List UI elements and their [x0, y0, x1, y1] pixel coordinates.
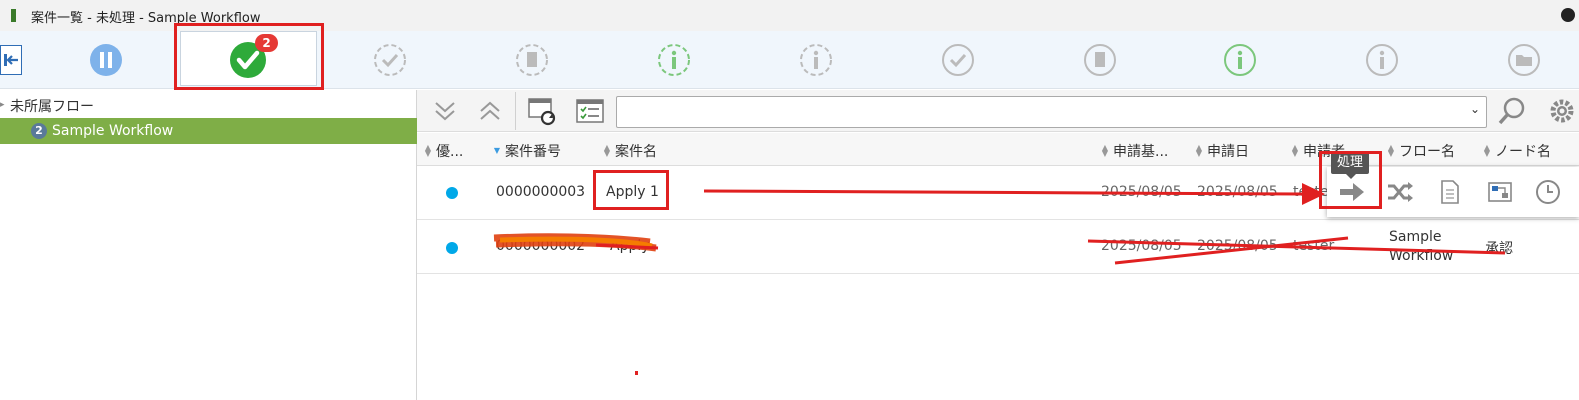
case-name-cell[interactable]: Apply	[610, 238, 650, 254]
tab-info-dashed-green[interactable]	[644, 40, 704, 80]
tree-root-unassigned-flow[interactable]: 未所属フロー	[10, 96, 94, 116]
sort-icon: ▲ ▼	[424, 143, 432, 158]
flow-name-cell-line1: Sample	[1389, 229, 1442, 245]
tree-item-count-badge: 2	[31, 123, 47, 139]
apply-date-cell: 2025/08/05	[1197, 238, 1278, 254]
check-dashed-icon	[374, 44, 406, 76]
gear-icon	[1550, 99, 1574, 123]
tree-item-label[interactable]: Sample Workflow	[52, 123, 173, 139]
column-settings-button[interactable]	[572, 94, 608, 128]
double-chevron-up-icon	[480, 101, 500, 120]
priority-dot-icon	[446, 187, 458, 199]
case-number-cell: 0000000002	[496, 238, 586, 254]
tab-info-dashed[interactable]	[786, 40, 846, 80]
tab-folder-outline[interactable]	[1494, 40, 1554, 80]
document-outline-icon	[1084, 44, 1116, 76]
column-header-node-name[interactable]: ▲ ▼ ノード名	[1483, 141, 1551, 161]
sort-icon: ▲ ▼	[603, 143, 611, 158]
app-icon	[11, 9, 16, 22]
refresh-button[interactable]	[523, 94, 559, 128]
sort-icon: ▲ ▼	[1387, 143, 1395, 158]
tree-expand-icon[interactable]: ▸	[0, 100, 5, 110]
column-header-basis-date[interactable]: ▲ ▼ 申請基...	[1101, 141, 1168, 161]
filter-select[interactable]	[616, 96, 1487, 128]
refresh-window-icon	[528, 98, 556, 126]
priority-dot-icon	[446, 242, 458, 254]
tab-check-outline[interactable]	[928, 40, 988, 80]
basis-date-cell: 2025/08/05	[1101, 184, 1182, 200]
basis-date-cell: 2025/08/05	[1101, 238, 1182, 254]
annotation-box-case-name	[593, 170, 669, 210]
document-dashed-icon	[516, 44, 548, 76]
history-clock-icon	[1536, 180, 1560, 204]
info-outline-icon	[1366, 44, 1398, 76]
tab-info-outline[interactable]	[1352, 40, 1412, 80]
search-button[interactable]	[1494, 94, 1530, 128]
search-icon	[1498, 97, 1525, 125]
flow-diagram-button[interactable]	[1482, 175, 1518, 209]
settings-button[interactable]	[1542, 94, 1578, 128]
column-header-case-name[interactable]: ▲ ▼ 案件名	[603, 141, 657, 161]
column-header-priority[interactable]: ▲ ▼ 優...	[424, 141, 463, 161]
folder-outline-icon	[1508, 44, 1540, 76]
history-button[interactable]	[1530, 175, 1566, 209]
stray-mark	[635, 371, 638, 375]
column-header-case-number[interactable]: ▼ 案件番号	[493, 141, 561, 161]
applicant-cell: tester	[1293, 238, 1335, 254]
toolbar-divider	[515, 92, 516, 130]
collapse-all-button[interactable]	[472, 94, 508, 128]
arrow-left-icon	[4, 54, 18, 66]
case-number-cell: 0000000003	[496, 184, 586, 200]
info-outline-green-icon	[1224, 44, 1256, 76]
document-icon	[1441, 180, 1459, 204]
tab-info-outline-green[interactable]	[1210, 40, 1270, 80]
shuffle-icon	[1388, 182, 1413, 202]
pause-circle-icon	[90, 44, 122, 76]
column-header-flow-name[interactable]: ▲ ▼ フロー名	[1387, 141, 1455, 161]
flow-name-cell-line2: Workflow	[1389, 248, 1454, 264]
sort-icon: ▲ ▼	[1195, 143, 1203, 158]
sort-icon: ▲ ▼	[1291, 143, 1299, 158]
column-header-apply-date[interactable]: ▲ ▼ 申請日	[1195, 141, 1249, 161]
tab-document-outline[interactable]	[1070, 40, 1130, 80]
double-chevron-down-icon	[435, 102, 455, 121]
sort-asc-icon: ▼	[493, 146, 501, 155]
annotation-box-unprocessed-tab	[174, 23, 324, 90]
flow-diagram-icon	[1488, 182, 1512, 202]
window-control-icon[interactable]	[1561, 8, 1575, 22]
sort-icon: ▲ ▼	[1101, 143, 1109, 158]
change-flow-button[interactable]	[1382, 175, 1418, 209]
annotation-box-process-button	[1319, 151, 1382, 209]
node-name-cell: 承認	[1485, 241, 1513, 257]
sort-icon: ▲ ▼	[1483, 143, 1491, 158]
document-button[interactable]	[1432, 175, 1468, 209]
chevron-down-icon[interactable]: ⌄	[1470, 102, 1480, 116]
checklist-window-icon	[576, 99, 604, 123]
tab-pause[interactable]	[76, 40, 136, 80]
back-button[interactable]	[0, 45, 22, 75]
info-dashed-icon	[800, 44, 832, 76]
check-outline-icon	[942, 44, 974, 76]
info-dashed-green-icon	[658, 44, 690, 76]
expand-all-button[interactable]	[427, 94, 463, 128]
apply-date-cell: 2025/08/05	[1197, 184, 1278, 200]
tab-check-dashed[interactable]	[360, 40, 420, 80]
tab-document-dashed[interactable]	[502, 40, 562, 80]
